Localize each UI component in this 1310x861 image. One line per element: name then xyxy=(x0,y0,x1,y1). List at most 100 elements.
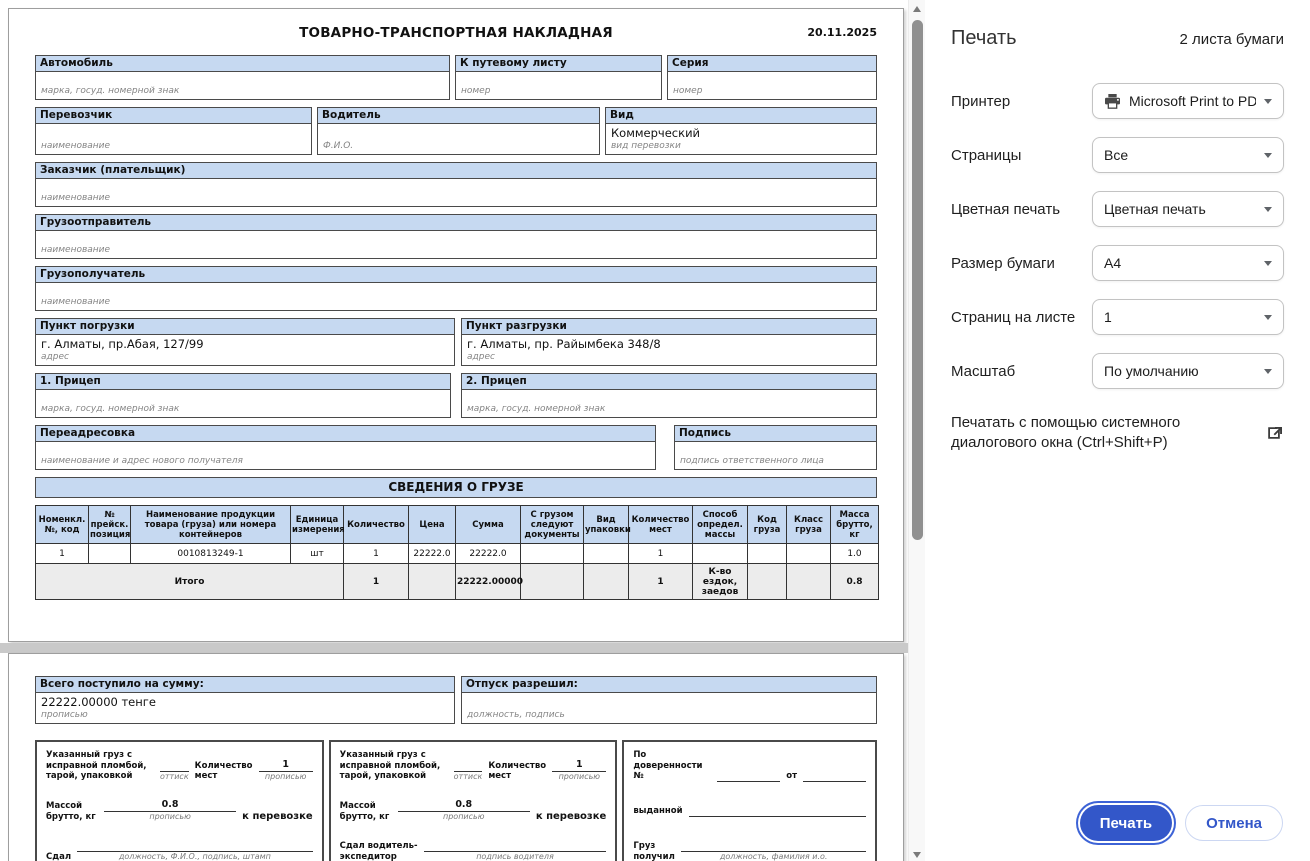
field-label: Автомобиль xyxy=(35,55,450,71)
k-perevozke-text: к перевозке xyxy=(242,810,313,822)
preview-scrollbar[interactable] xyxy=(908,0,925,861)
chevron-down-icon xyxy=(1264,368,1272,374)
chevron-down-icon xyxy=(1264,152,1272,158)
field-label: Вид xyxy=(605,107,877,123)
cargo-table-header-cell: Количество мест xyxy=(628,505,693,544)
system-dialog-text: Печатать с помощью системного диалоговог… xyxy=(951,414,1181,451)
cargo-table-header-cell: Наименование продукции товара (груза) ил… xyxy=(130,505,291,544)
cargo-section-title: СВЕДЕНИЯ О ГРУЗЕ xyxy=(35,477,877,498)
cargo-table-header-cell: Код груза xyxy=(747,505,787,544)
chevron-down-icon xyxy=(1264,98,1272,104)
field-label: Грузополучатель xyxy=(35,266,877,282)
sealed-cargo-text: Указанный груз с исправной пломбой, таро… xyxy=(339,750,441,781)
paper-size-select[interactable]: A4 xyxy=(1092,245,1284,281)
sdal-label: Сдал xyxy=(46,851,72,861)
field-punkt-razgruzki: Пункт разгрузки г. Алматы, пр. Райымбека… xyxy=(461,318,877,366)
cargo-table-total-cell xyxy=(408,563,456,600)
field-pereadresovka: Переадресовка наименование и адрес новог… xyxy=(35,425,656,470)
field-label: Грузоотправитель xyxy=(35,214,877,230)
field-label: Всего поступило на сумму: xyxy=(35,676,455,692)
cargo-table-total-cell xyxy=(786,563,831,600)
field-label: Переадресовка xyxy=(35,425,656,441)
chevron-down-icon xyxy=(1264,314,1272,320)
cargo-table-total-cell xyxy=(583,563,629,600)
field-label: Отпуск разрешил: xyxy=(461,676,877,692)
cargo-table-header-cell: Вид упаковки xyxy=(583,505,631,544)
field-vid: Вид Коммерческий вид перевозки xyxy=(605,107,877,155)
cargo-table: Номенкл. №, код № прейск. позиция Наименов… xyxy=(35,505,879,600)
pages-per-sheet-select[interactable]: 1 xyxy=(1092,299,1284,335)
field-punkt-pogruzki: Пункт погрузки г. Алматы, пр.Абая, 127/9… xyxy=(35,318,455,366)
field-label: К путевому листу xyxy=(455,55,662,71)
propisyu-caption: прописью xyxy=(264,771,307,781)
field-placeholder: марка, госуд. номерной знак xyxy=(467,404,606,414)
ottisk-caption: оттиск xyxy=(160,771,189,781)
mass-value: 0.8 xyxy=(104,799,237,813)
field-pricep-1: 1. Прицеп марка, госуд. номерной знак xyxy=(35,373,451,418)
paper-size-label: Размер бумаги xyxy=(951,254,1055,272)
cargo-table-cell: 1 xyxy=(35,543,89,564)
field-label: 1. Прицеп xyxy=(35,373,451,389)
pages-select[interactable]: Все xyxy=(1092,137,1284,173)
field-vsego-postupilo: Всего поступило на сумму: 22222.00000 те… xyxy=(35,676,455,724)
color-value: Цветная печать xyxy=(1104,201,1206,217)
mass-label: Массой брутто, кг xyxy=(46,801,96,822)
cancel-button[interactable]: Отмена xyxy=(1185,805,1283,841)
field-placeholder: наименование xyxy=(41,245,111,255)
field-placeholder: наименование и адрес нового получателя xyxy=(41,456,243,466)
field-k-putevomu: К путевому листу номер xyxy=(455,55,662,100)
page-separator xyxy=(0,643,908,653)
field-zakazchik: Заказчик (плательщик) наименование xyxy=(35,162,877,207)
cargo-table-cell: 0010813249-1 xyxy=(130,543,291,564)
cargo-table-total-cell: К-во ездок, заедов xyxy=(692,563,748,600)
cargo-table-cell xyxy=(692,543,748,564)
printer-label: Принтер xyxy=(951,92,1011,110)
field-label: Перевозчик xyxy=(35,107,312,123)
color-select[interactable]: Цветная печать xyxy=(1092,191,1284,227)
poluchil-caption: должность, фамилия и.о. xyxy=(719,852,828,861)
cargo-table-header-cell: Цена xyxy=(408,505,456,544)
field-placeholder: подпись ответственного лица xyxy=(680,456,824,466)
sdal-voditel-label: Сдал водитель-экспедитор xyxy=(339,841,418,861)
system-dialog-link[interactable]: Печатать с помощью системного диалоговог… xyxy=(951,413,1284,453)
scrollbar-thumb[interactable] xyxy=(912,20,923,540)
printer-select[interactable]: Microsoft Print to PDF xyxy=(1092,83,1284,119)
field-pricep-2: 2. Прицеп марка, госуд. номерной знак xyxy=(461,373,877,418)
pages-value: Все xyxy=(1104,147,1129,163)
field-label: Заказчик (плательщик) xyxy=(35,162,877,178)
mass-label: Массой брутто, кг xyxy=(339,801,390,822)
propisyu-caption: прописью xyxy=(443,812,485,822)
cargo-table-header-cell: Количество xyxy=(343,505,409,544)
field-gruzopoluchatel: Грузополучатель наименование xyxy=(35,266,877,311)
scroll-up-icon[interactable] xyxy=(913,6,921,12)
cargo-table-cell xyxy=(583,543,629,564)
cargo-table-cell xyxy=(88,543,131,564)
field-label: Серия xyxy=(667,55,877,71)
print-preview-area: ТОВАРНО-ТРАНСПОРТНАЯ НАКЛАДНАЯ 20.11.202… xyxy=(0,0,908,861)
ot-label: от xyxy=(786,771,798,781)
cargo-table-header-cell: Способ определ. массы xyxy=(692,505,748,544)
qty-label: Количество мест xyxy=(488,760,547,782)
field-seriya: Серия номер xyxy=(667,55,877,100)
field-placeholder: номер xyxy=(461,86,491,96)
field-label: 2. Прицеп xyxy=(461,373,877,389)
print-button[interactable]: Печать xyxy=(1079,805,1173,841)
sdal-caption: должность, Ф.И.О., подпись, штамп xyxy=(118,852,271,861)
propisyu-caption: прописью xyxy=(558,771,601,781)
pages-label: Страницы xyxy=(951,146,1022,164)
printer-icon xyxy=(1105,93,1120,109)
document-title: ТОВАРНО-ТРАНСПОРТНАЯ НАКЛАДНАЯ xyxy=(299,25,613,41)
field-placeholder: адрес xyxy=(467,352,495,362)
cargo-table-total-label: Итого xyxy=(35,563,344,600)
mass-value: 0.8 xyxy=(397,799,530,813)
print-settings-panel: Печать 2 листа бумаги Принтер Microsoft … xyxy=(926,0,1310,861)
scale-select[interactable]: По умолчанию xyxy=(1092,353,1284,389)
scroll-down-icon[interactable] xyxy=(913,852,921,858)
field-label: Водитель xyxy=(317,107,600,123)
signature-box-receiver: По доверенности № от выданной Груз получ… xyxy=(622,740,877,861)
field-label: Подпись xyxy=(674,425,877,441)
cargo-table-total-cell: 1 xyxy=(343,563,409,600)
signature-box-sender: Указанный груз с исправной пломбой, таро… xyxy=(35,740,324,861)
chevron-down-icon xyxy=(1264,206,1272,212)
field-placeholder: номер xyxy=(673,86,703,96)
